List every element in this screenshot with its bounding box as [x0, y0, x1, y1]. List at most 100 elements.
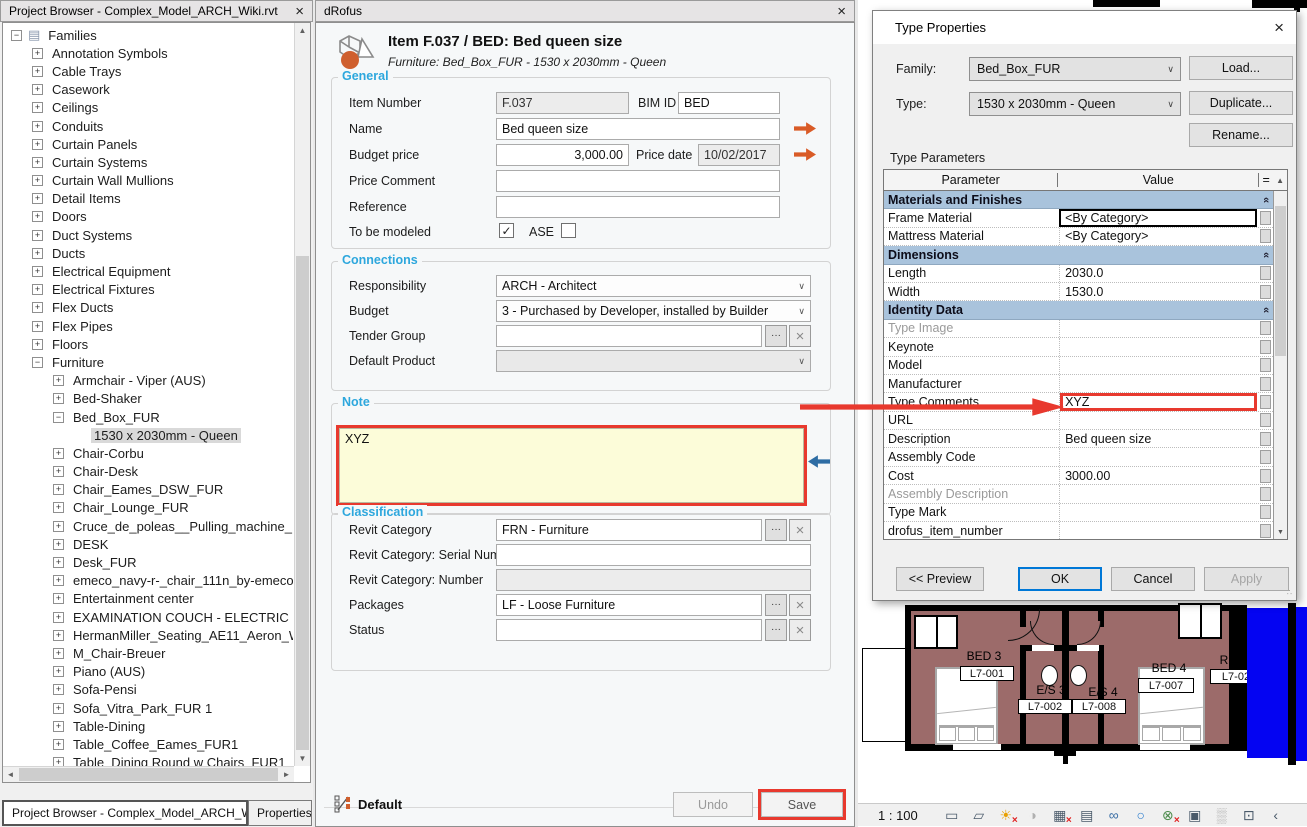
item-number-field[interactable]: F.037	[496, 92, 629, 114]
tree-item[interactable]: +Sofa-Pensi	[3, 681, 293, 699]
parameter-value[interactable]	[1059, 522, 1257, 539]
associate-parameter-button[interactable]	[1260, 395, 1271, 409]
responsibility-select[interactable]: ARCH - Architect ∨	[496, 275, 811, 297]
detail-level-icon[interactable]: ▭	[940, 807, 964, 824]
expand-icon[interactable]: +	[32, 66, 43, 77]
expand-icon[interactable]: +	[32, 102, 43, 113]
associate-parameter-button[interactable]	[1260, 413, 1271, 427]
tree-item[interactable]: +Annotation Symbols	[3, 44, 293, 62]
associate-parameter-button[interactable]	[1260, 358, 1271, 372]
scrollbar-thumb[interactable]	[19, 768, 278, 781]
collapse-icon[interactable]: −	[53, 412, 64, 423]
tab-properties[interactable]: Properties	[248, 800, 312, 826]
tree-item[interactable]: +Doors	[3, 208, 293, 226]
tree-item[interactable]: +Chair-Corbu	[3, 444, 293, 462]
value-header[interactable]: Value	[1058, 173, 1259, 187]
sun-path-icon[interactable]: ☀×	[994, 807, 1018, 824]
parameter-value[interactable]	[1059, 504, 1257, 521]
tree-item[interactable]: +Cable Trays	[3, 62, 293, 80]
expand-icon[interactable]: +	[53, 448, 64, 459]
browse-icon[interactable]: ···	[765, 619, 787, 641]
associate-parameter-button[interactable]	[1260, 377, 1271, 391]
floor-plan[interactable]: BED 3L7-001E/S 3L7-002E/S 4L7-008BED 4L7…	[858, 603, 1307, 803]
expand-icon[interactable]: +	[53, 502, 64, 513]
collapse-group-icon[interactable]: «	[1260, 252, 1272, 258]
budget-price-field[interactable]: 3,000.00	[496, 144, 629, 166]
expand-icon[interactable]: +	[32, 284, 43, 295]
clear-icon[interactable]: ×	[789, 619, 811, 641]
parameter-header[interactable]: Parameter	[884, 173, 1058, 187]
analytical-icon[interactable]: ▒	[1210, 807, 1234, 824]
associate-parameter-button[interactable]	[1260, 524, 1271, 538]
rendering-icon[interactable]: ⊗×	[1156, 807, 1180, 824]
expand-icon[interactable]: +	[53, 721, 64, 732]
associate-parameter-button[interactable]	[1260, 469, 1271, 483]
tree-vertical-scrollbar[interactable]: ▲ ▼	[294, 23, 310, 766]
expand-icon[interactable]: +	[32, 302, 43, 313]
tree-item[interactable]: +Piano (AUS)	[3, 663, 293, 681]
tree-item[interactable]: 1530 x 2030mm - Queen	[3, 426, 293, 444]
tender-group-field[interactable]	[496, 325, 762, 347]
serial-number-field[interactable]	[496, 544, 811, 566]
tree-item[interactable]: +Chair_Lounge_FUR	[3, 499, 293, 517]
tree-item[interactable]: +Curtain Systems	[3, 153, 293, 171]
associate-parameter-button[interactable]	[1260, 487, 1271, 501]
shadows-icon[interactable]: ◑	[1021, 807, 1045, 824]
expand-icon[interactable]: +	[53, 666, 64, 677]
tree-item[interactable]: +Electrical Equipment	[3, 262, 293, 280]
clear-icon[interactable]: ×	[789, 325, 811, 347]
expand-icon[interactable]: +	[53, 757, 64, 766]
load-button[interactable]: Load...	[1189, 56, 1293, 80]
price-comment-field[interactable]	[496, 170, 780, 192]
parameter-value[interactable]	[1059, 338, 1257, 355]
scrollbar-thumb[interactable]	[296, 256, 309, 750]
scroll-up-icon[interactable]: ▲	[295, 23, 310, 38]
status-field[interactable]	[496, 619, 762, 641]
tree-item[interactable]: +Curtain Wall Mullions	[3, 172, 293, 190]
tree-item[interactable]: +Curtain Panels	[3, 135, 293, 153]
tree-item[interactable]: +Chair-Desk	[3, 463, 293, 481]
tree-item[interactable]: +Desk_FUR	[3, 553, 293, 571]
parameter-value[interactable]: XYZ	[1059, 393, 1257, 410]
expand-icon[interactable]: +	[32, 211, 43, 222]
tree-item[interactable]: +M_Chair-Breuer	[3, 644, 293, 662]
associate-parameter-button[interactable]	[1260, 229, 1271, 243]
associate-parameter-button[interactable]	[1260, 321, 1271, 335]
family-select[interactable]: Bed_Box_FUR ∨	[969, 57, 1181, 81]
scroll-down-icon[interactable]: ▼	[295, 751, 310, 766]
expand-icon[interactable]: +	[53, 466, 64, 477]
tree-item[interactable]: +DESK	[3, 535, 293, 553]
constraints-icon[interactable]: ⊡	[1237, 807, 1261, 824]
tab-project-browser[interactable]: Project Browser - Complex_Model_ARCH_Wi.…	[2, 800, 248, 826]
tree-item[interactable]: +HermanMiller_Seating_AE11_Aeron_Work(	[3, 626, 293, 644]
category-number-field[interactable]	[496, 569, 811, 591]
tree-item[interactable]: +Table_Dining Round w Chairs_FUR1	[3, 754, 293, 767]
parameter-value[interactable]	[1059, 485, 1257, 502]
tree-item[interactable]: +Table_Coffee_Eames_FUR1	[3, 735, 293, 753]
show-crop-icon[interactable]: ▤	[1075, 807, 1099, 824]
preview-button[interactable]: << Preview	[896, 567, 984, 591]
packages-field[interactable]: LF - Loose Furniture	[496, 594, 762, 616]
displace-icon[interactable]: ▣	[1183, 807, 1207, 824]
browse-icon[interactable]: ···	[765, 519, 787, 541]
parameter-value[interactable]	[1059, 412, 1257, 429]
parameter-value[interactable]: 2030.0	[1059, 265, 1257, 282]
parameter-value[interactable]: 1530.0	[1059, 283, 1257, 300]
resize-grip[interactable]: ∴	[1287, 588, 1293, 597]
tree-item[interactable]: +Ducts	[3, 244, 293, 262]
scroll-up-icon[interactable]: ▲	[1273, 176, 1287, 185]
crop-view-icon[interactable]: ▦×	[1048, 807, 1072, 824]
tree-item[interactable]: +Armchair - Viper (AUS)	[3, 372, 293, 390]
expand-icon[interactable]: +	[32, 157, 43, 168]
apply-button[interactable]: Apply	[1204, 567, 1289, 591]
browse-icon[interactable]: ···	[765, 325, 787, 347]
table-scrollbar[interactable]: ▼	[1273, 191, 1287, 539]
collapse-icon[interactable]: ‹	[1264, 807, 1288, 824]
reveal-hidden-icon[interactable]: ∞	[1102, 807, 1126, 824]
price-date-field[interactable]: 10/02/2017	[698, 144, 780, 166]
tree-item[interactable]: +Electrical Fixtures	[3, 281, 293, 299]
collapse-group-icon[interactable]: «	[1260, 307, 1272, 313]
expand-icon[interactable]: +	[32, 121, 43, 132]
tree-item[interactable]: +Cruce_de_poleas__Pulling_machine_1550(	[3, 517, 293, 535]
expand-icon[interactable]: +	[32, 48, 43, 59]
